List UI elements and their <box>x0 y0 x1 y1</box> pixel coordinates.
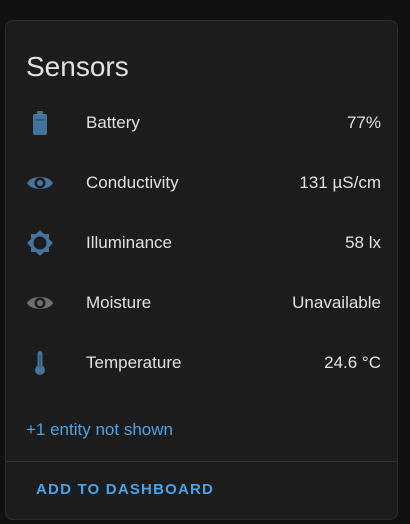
sensor-value: 131 µS/cm <box>299 173 381 192</box>
sensor-name: Illuminance <box>86 233 172 252</box>
sensor-value: Unavailable <box>292 293 381 312</box>
sensor-value: 58 lx <box>345 233 381 252</box>
sensors-card: Sensors Battery 77% Conductivity 131 µS/… <box>5 20 398 520</box>
sensor-row-temperature[interactable]: Temperature 24.6 °C <box>6 341 399 385</box>
sensor-row-conductivity[interactable]: Conductivity 131 µS/cm <box>6 161 399 205</box>
more-entities-link[interactable]: +1 entity not shown <box>26 419 173 441</box>
sensor-value: 77% <box>346 113 381 132</box>
add-to-dashboard-button[interactable]: ADD TO DASHBOARD <box>26 473 224 507</box>
card-title: Sensors <box>26 51 129 82</box>
sensor-name: Temperature <box>86 353 182 372</box>
battery-icon <box>26 109 54 137</box>
sensor-name: Conductivity <box>86 173 179 192</box>
sensor-row-battery[interactable]: Battery 77% <box>6 101 399 145</box>
sensor-value: 24.6 °C <box>324 353 381 372</box>
sensor-name: Battery <box>86 113 140 132</box>
thermometer-icon <box>26 349 54 377</box>
eye-icon <box>26 169 54 197</box>
sensor-row-illuminance[interactable]: Illuminance 58 lx <box>6 221 399 265</box>
sensor-name: Moisture <box>86 293 152 312</box>
card-divider <box>6 461 397 462</box>
sensor-row-moisture[interactable]: Moisture Unavailable <box>6 281 399 325</box>
brightness-icon <box>26 229 54 257</box>
eye-icon <box>26 289 54 317</box>
